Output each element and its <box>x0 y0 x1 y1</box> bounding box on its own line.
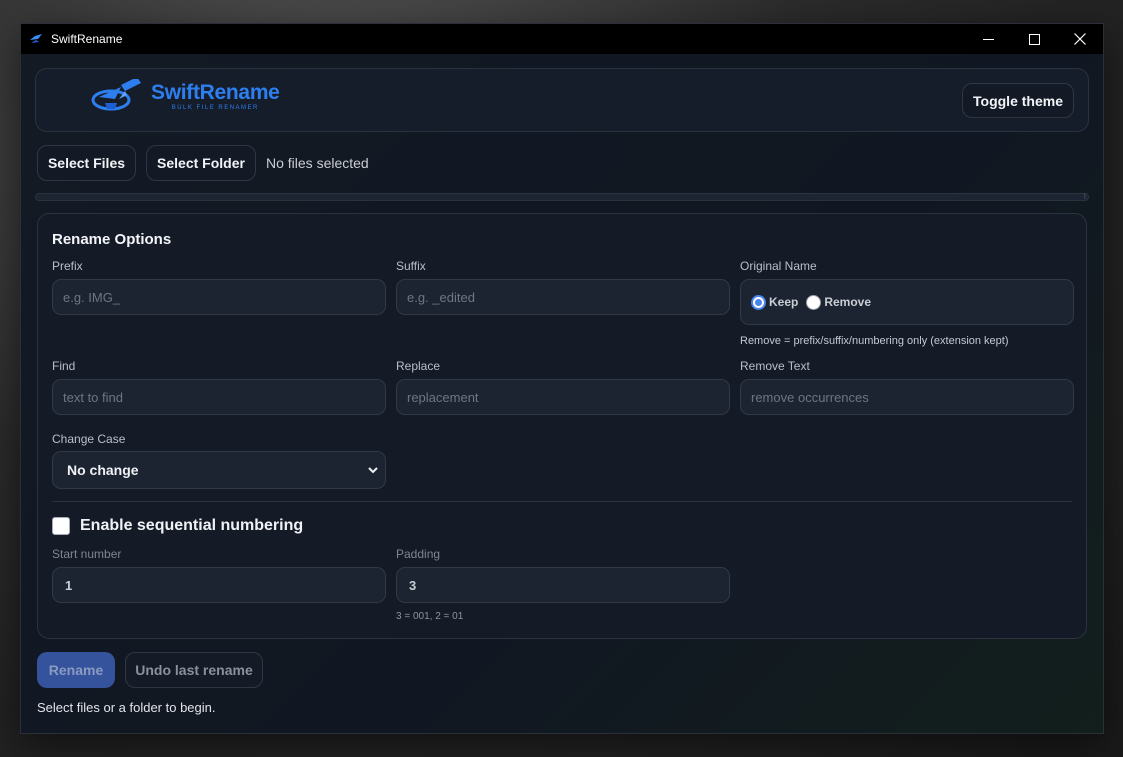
remove-text-label: Remove Text <box>740 359 810 373</box>
title-bar[interactable]: SwiftRename <box>21 24 1103 54</box>
replace-label: Replace <box>396 359 441 373</box>
suffix-group: Suffix e.g. _edited <box>396 259 730 347</box>
rename-options-panel: Rename Options Prefix e.g. IMG_ Suffix e… <box>37 213 1087 639</box>
logo-title: SwiftRename <box>151 80 280 104</box>
minimize-button[interactable] <box>965 24 1011 54</box>
numbering-row: Start number 1 Padding 3 3 = 001, 2 = 01 <box>52 547 1072 622</box>
find-label: Find <box>52 359 76 373</box>
window-title: SwiftRename <box>51 32 123 46</box>
replace-group: Replace replacement <box>396 359 730 415</box>
chevron-down-icon <box>368 467 378 474</box>
close-icon <box>1074 33 1086 45</box>
app-icon <box>29 31 45 47</box>
select-files-button[interactable]: Select Files <box>37 145 136 181</box>
rename-options-title: Rename Options <box>52 231 172 248</box>
maximize-icon <box>1028 33 1040 45</box>
prefix-group: Prefix e.g. IMG_ <box>52 259 386 347</box>
resize-grip-icon: ⁝ <box>1083 192 1086 201</box>
remove-text-input[interactable]: remove occurrences <box>740 379 1074 415</box>
padding-group: Padding 3 3 = 001, 2 = 01 <box>396 547 730 622</box>
prefix-label: Prefix <box>52 259 83 273</box>
logo: SwiftRename BULK FILE RENAMER <box>91 79 280 113</box>
enable-numbering-checkbox[interactable] <box>52 517 70 535</box>
padding-label: Padding <box>396 547 441 561</box>
change-case-label: Change Case <box>52 432 126 446</box>
file-selection-status: No files selected <box>266 155 369 171</box>
app-header: SwiftRename BULK FILE RENAMER Toggle the… <box>35 68 1089 132</box>
find-group: Find text to find <box>52 359 386 415</box>
main-content: SwiftRename BULK FILE RENAMER Toggle the… <box>21 54 1103 715</box>
change-case-select[interactable]: No change <box>52 451 386 489</box>
select-folder-button[interactable]: Select Folder <box>146 145 256 181</box>
file-selection-row: Select Files Select Folder No files sele… <box>35 145 1089 181</box>
padding-input[interactable]: 3 <box>396 567 730 603</box>
status-message: Select files or a folder to begin. <box>37 700 216 715</box>
logo-subtitle: BULK FILE RENAMER <box>171 104 259 111</box>
replace-input[interactable]: replacement <box>396 379 730 415</box>
enable-numbering-label[interactable]: Enable sequential numbering <box>80 517 303 535</box>
suffix-input[interactable]: e.g. _edited <box>396 279 730 315</box>
app-window: SwiftRename SwiftRename BULK FILE RENAME… <box>20 23 1104 734</box>
action-row: Rename Undo last rename <box>35 652 1089 688</box>
logo-icon <box>91 79 141 111</box>
maximize-button[interactable] <box>1011 24 1057 54</box>
suffix-label: Suffix <box>396 259 426 273</box>
toggle-theme-button[interactable]: Toggle theme <box>962 83 1074 118</box>
close-button[interactable] <box>1057 24 1103 54</box>
find-input[interactable]: text to find <box>52 379 386 415</box>
start-number-group: Start number 1 <box>52 547 386 622</box>
keep-radio-label: Keep <box>769 295 799 309</box>
original-name-label: Original Name <box>740 259 817 273</box>
logo-text: SwiftRename BULK FILE RENAMER <box>151 80 280 111</box>
undo-last-rename-button[interactable]: Undo last rename <box>125 652 263 688</box>
options-row-1: Prefix e.g. IMG_ Suffix e.g. _edited Ori… <box>52 259 1074 347</box>
start-number-label: Start number <box>52 547 122 561</box>
remove-radio-dot[interactable] <box>806 294 822 310</box>
remove-radio[interactable]: Remove <box>806 294 872 310</box>
options-row-2: Find text to find Replace replacement Re… <box>52 359 1074 415</box>
change-case-group: Change Case No change <box>52 432 386 489</box>
remove-text-group: Remove Text remove occurrences <box>740 359 1074 415</box>
start-number-input[interactable]: 1 <box>52 567 386 603</box>
original-name-group: Original Name Keep Remove Remove = prefi… <box>740 259 1074 347</box>
prefix-input[interactable]: e.g. IMG_ <box>52 279 386 315</box>
change-case-value: No change <box>67 462 139 478</box>
section-divider <box>52 501 1072 502</box>
options-row-3: Change Case No change <box>52 432 1072 489</box>
progress-bar: ⁝ <box>35 192 1089 201</box>
minimize-icon <box>982 38 994 40</box>
original-name-radio-group: Keep Remove <box>740 279 1074 325</box>
keep-radio[interactable]: Keep <box>751 294 799 310</box>
padding-hint: 3 = 001, 2 = 01 <box>396 611 464 622</box>
remove-radio-label: Remove <box>824 295 872 309</box>
keep-radio-dot[interactable] <box>751 294 766 310</box>
numbering-toggle-row: Enable sequential numbering <box>52 516 1072 536</box>
window-controls <box>965 24 1103 54</box>
rename-button[interactable]: Rename <box>37 652 115 688</box>
original-name-hint: Remove = prefix/suffix/numbering only (e… <box>740 335 1009 347</box>
